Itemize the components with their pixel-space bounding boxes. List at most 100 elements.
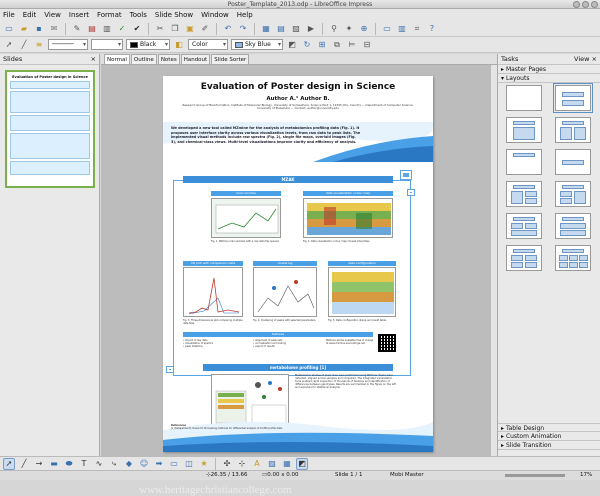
display-grid-icon[interactable]: ⌗ — [411, 23, 423, 35]
layout-title-only[interactable] — [506, 149, 542, 175]
connector-icon[interactable]: ⤷ — [108, 458, 120, 470]
figure-title-5[interactable]: data configuration — [328, 261, 396, 266]
features-header[interactable]: features — [183, 332, 373, 337]
bring-to-front-icon[interactable]: ⧉ — [331, 39, 343, 51]
layout-title-content-2-content[interactable] — [555, 181, 591, 207]
basic-shapes-icon[interactable]: ◆ — [123, 458, 135, 470]
slide-thumbnail-1[interactable]: Evaluation of Poster design in Science — [5, 70, 95, 188]
poster-slide[interactable]: Evaluation of Poster design in Science A… — [163, 76, 433, 452]
task-section-custom-animation[interactable]: ▸ Custom Animation — [498, 432, 600, 441]
layout-title-two-content[interactable] — [555, 117, 591, 143]
figure-title-1[interactable]: main window — [211, 191, 281, 196]
section-header-bottom[interactable]: metabolome profiling [1] — [203, 364, 393, 371]
layout-title-2-content-content[interactable] — [506, 181, 542, 207]
arrange-icon[interactable]: ⊟ — [361, 39, 373, 51]
tasks-view-menu[interactable]: View — [574, 55, 589, 63]
section-header-main[interactable]: MZAK — [183, 176, 393, 183]
image-icon[interactable]: ▨ — [290, 23, 302, 35]
menu-insert[interactable]: Insert — [69, 11, 89, 19]
line-width-input[interactable] — [91, 39, 123, 50]
figure-main-window[interactable] — [211, 198, 281, 238]
poster-authors[interactable]: Author A.¹ Author B. — [163, 96, 433, 102]
tab-notes[interactable]: Notes — [157, 54, 180, 64]
layout-blank[interactable] — [506, 85, 542, 111]
align-icon[interactable]: ⊨ — [346, 39, 358, 51]
text-icon[interactable]: T — [78, 458, 90, 470]
points-icon[interactable]: ✣ — [221, 458, 233, 470]
redo-icon[interactable]: ↷ — [237, 23, 249, 35]
glue-points-icon[interactable]: ⊹ — [236, 458, 248, 470]
from-file-icon[interactable]: ▨ — [266, 458, 278, 470]
line-tool-icon[interactable]: ╱ — [18, 458, 30, 470]
undo-icon[interactable]: ↶ — [222, 23, 234, 35]
fontwork-icon[interactable]: A — [251, 458, 263, 470]
menu-file[interactable]: File — [3, 11, 15, 19]
layout-title-slide[interactable] — [553, 83, 593, 113]
position-size-icon[interactable]: ⊞ — [316, 39, 328, 51]
chart-icon[interactable]: ▦ — [260, 23, 272, 35]
block-arrows-icon[interactable]: ➡ — [153, 458, 165, 470]
layout-centered-text[interactable] — [555, 149, 591, 175]
new-document-icon[interactable]: ▭ — [3, 23, 15, 35]
stars-icon[interactable]: ★ — [198, 458, 210, 470]
movie-icon[interactable]: ▶ — [305, 23, 317, 35]
flowchart-icon[interactable]: ▭ — [168, 458, 180, 470]
ellipse-icon[interactable]: ⬬ — [63, 458, 75, 470]
save-icon[interactable]: ▪ — [33, 23, 45, 35]
print-icon[interactable]: ▥ — [101, 23, 113, 35]
tab-slide-sorter[interactable]: Slide Sorter — [211, 54, 250, 64]
autospellcheck-icon[interactable]: ✔ — [131, 23, 143, 35]
paste-icon[interactable]: ▣ — [184, 23, 196, 35]
poster-abstract[interactable]: We developed a new tool called MZmine fo… — [171, 126, 361, 144]
select-icon[interactable]: ➚ — [3, 457, 15, 470]
table-icon[interactable]: ▤ — [275, 23, 287, 35]
task-section-master-pages[interactable]: ▸ Master Pages — [498, 65, 600, 74]
menu-tools[interactable]: Tools — [130, 11, 147, 19]
menu-help[interactable]: Help — [237, 11, 253, 19]
figure-data-configuration[interactable] — [328, 267, 396, 317]
figure-clustering[interactable] — [253, 267, 317, 317]
edit-file-icon[interactable]: ✎ — [71, 23, 83, 35]
figure-title-2[interactable]: data visualization colour map — [303, 191, 393, 196]
menu-edit[interactable]: Edit — [23, 11, 37, 19]
zoom-level[interactable]: 17% — [580, 471, 592, 480]
zoom-icon[interactable]: ⊕ — [358, 23, 370, 35]
area-icon[interactable]: ◧ — [173, 39, 185, 51]
shadow-icon[interactable]: ◩ — [286, 39, 298, 51]
menu-format[interactable]: Format — [97, 11, 122, 19]
close-window-button[interactable] — [591, 1, 598, 8]
maximize-button[interactable] — [582, 1, 589, 8]
tab-normal[interactable]: Normal — [104, 54, 130, 64]
hyperlink-icon[interactable]: ⚲ — [328, 23, 340, 35]
task-section-table-design[interactable]: ▸ Table Design — [498, 423, 600, 432]
copy-icon[interactable]: ❐ — [169, 23, 181, 35]
email-icon[interactable]: ✉ — [48, 23, 60, 35]
curve-icon[interactable]: ∿ — [93, 458, 105, 470]
figure-3d-plot[interactable] — [183, 267, 243, 317]
rectangle-icon[interactable]: ▬ — [48, 458, 60, 470]
line-arrow-icon[interactable]: → — [33, 458, 45, 470]
select-arrow-icon[interactable]: ➚ — [3, 39, 15, 51]
line-color-select[interactable]: Black — [126, 39, 170, 50]
tab-handout[interactable]: Handout — [180, 54, 211, 64]
layout-title-content-over-content[interactable] — [555, 213, 591, 239]
symbol-shapes-icon[interactable]: ☺ — [138, 458, 150, 470]
poster-affiliation[interactable]: Research Group of Bioinformatics, Instit… — [177, 103, 419, 111]
navigator-icon[interactable]: ✦ — [343, 23, 355, 35]
task-section-layouts[interactable]: ▾ Layouts — [498, 74, 600, 83]
layout-title-content[interactable] — [506, 117, 542, 143]
line-icon[interactable]: ╱ — [18, 39, 30, 51]
area-color-select[interactable]: Sky Blue — [231, 39, 283, 50]
clone-formatting-icon[interactable]: ✐ — [199, 23, 211, 35]
vertical-scrollbar[interactable] — [490, 65, 497, 456]
minimize-button[interactable] — [573, 1, 580, 8]
cut-icon[interactable]: ✂ — [154, 23, 166, 35]
line-style-select[interactable]: ────── — [48, 39, 88, 50]
menu-slide-show[interactable]: Slide Show — [155, 11, 193, 19]
layout-title-2-content-over-content[interactable] — [506, 213, 542, 239]
line-style-icon[interactable]: ≡ — [33, 39, 45, 51]
layout-title-4-content[interactable] — [506, 245, 542, 271]
slide-layout-icon[interactable]: ▥ — [396, 23, 408, 35]
open-folder-icon[interactable]: ▰ — [18, 23, 30, 35]
slide-show-icon[interactable]: ▭ — [381, 23, 393, 35]
